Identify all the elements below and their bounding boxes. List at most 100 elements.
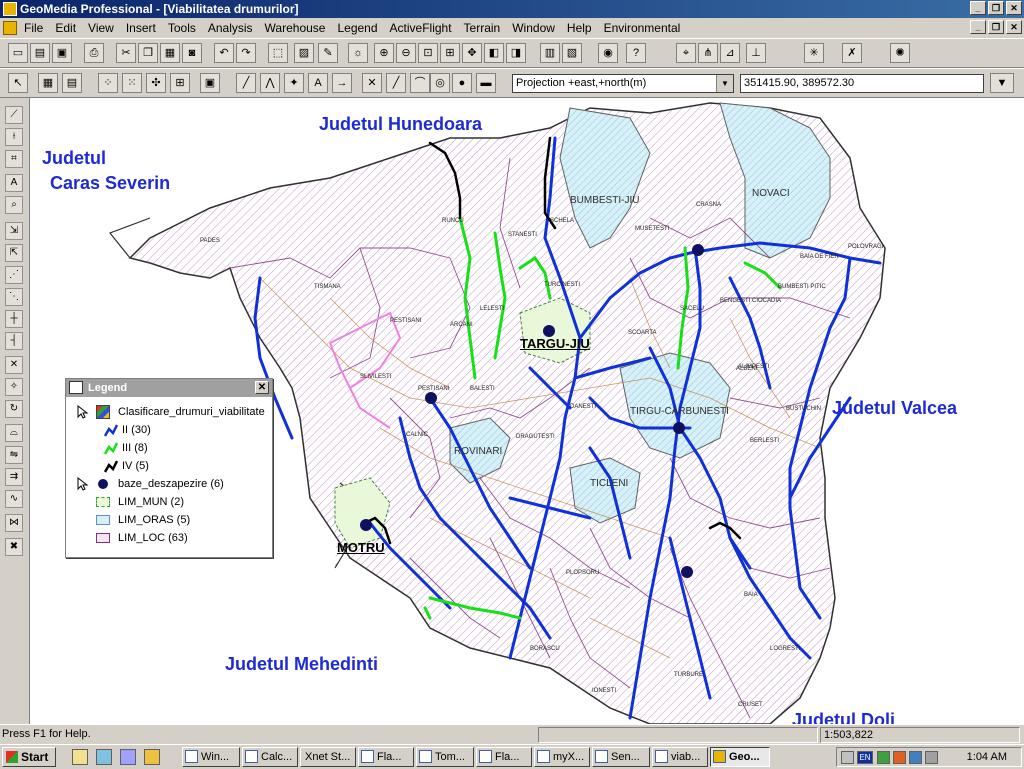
rectangle-icon[interactable]: ▬ (476, 73, 496, 93)
undo-icon[interactable]: ↶ (214, 43, 234, 63)
zoom-out-icon[interactable]: ⊖ (396, 43, 416, 63)
tray-icon[interactable] (877, 751, 890, 764)
query-icon[interactable]: ◉ (598, 43, 618, 63)
legend-ii[interactable]: II (30) (122, 424, 151, 436)
select-tool-icon[interactable]: ⬚ (268, 43, 288, 63)
menu-activeflight[interactable]: ActiveFlight (390, 21, 452, 35)
break-icon[interactable]: ⊥ (746, 43, 766, 63)
document-icon[interactable] (3, 21, 17, 35)
network-icon[interactable]: ✳ (804, 43, 824, 63)
network-icon[interactable] (909, 751, 922, 764)
mirror-icon[interactable]: ⇋ (5, 446, 23, 464)
fit-all-icon[interactable]: ⊞ (440, 43, 460, 63)
task-button[interactable]: Tom... (416, 747, 474, 767)
move-vertex-icon[interactable]: ⁙ (122, 73, 142, 93)
doc-close-button[interactable]: ✕ (1006, 20, 1022, 34)
menu-warehouse[interactable]: Warehouse (265, 21, 326, 35)
task-button[interactable]: Calc... (242, 747, 298, 767)
pan-icon[interactable]: ✥ (462, 43, 482, 63)
cut-icon[interactable]: ✂ (116, 43, 136, 63)
split-icon[interactable]: ┼ (5, 310, 23, 328)
intersect-icon[interactable]: ✕ (362, 73, 382, 93)
quick-launch-icon[interactable] (120, 749, 136, 765)
filled-circle-icon[interactable]: ● (452, 73, 472, 93)
feature-properties-icon[interactable]: ▣ (200, 73, 220, 93)
coordinate-field[interactable]: 351415.90, 389572.30 (740, 74, 984, 93)
feature-icon[interactable]: ✎ (318, 43, 338, 63)
task-button[interactable]: myX... (534, 747, 590, 767)
previous-view-icon[interactable]: ◧ (484, 43, 504, 63)
grid-icon[interactable]: ⌗ (5, 150, 23, 168)
compass-icon[interactable]: ✧ (5, 378, 23, 396)
insert-text-icon[interactable]: ▤ (62, 73, 82, 93)
zoom-in-icon[interactable]: ⊕ (374, 43, 394, 63)
legend-iv[interactable]: IV (5) (122, 460, 149, 472)
whats-this-icon[interactable]: ? (626, 43, 646, 63)
add-vertex-icon[interactable]: ⁘ (98, 73, 118, 93)
legend-clasificare[interactable]: Clasificare_drumuri_viabilitate (118, 406, 265, 418)
legend-panel[interactable]: Legend ✕ Clasificare_drumuri_viabilitate… (65, 378, 273, 558)
circle-icon[interactable]: ◎ (430, 73, 450, 93)
tray-icon[interactable] (925, 751, 938, 764)
speaker-icon[interactable] (841, 751, 854, 764)
legend-lim-mun[interactable]: LIM_MUN (2) (118, 496, 184, 508)
task-button-active[interactable]: Geo... (710, 747, 770, 767)
tray-icon[interactable] (893, 751, 906, 764)
redline-icon[interactable]: ⟋ (5, 106, 23, 124)
clock[interactable]: 1:04 AM (967, 751, 1007, 763)
menu-edit[interactable]: Edit (55, 21, 76, 35)
paste-icon[interactable]: ▦ (160, 43, 180, 63)
edit-icon[interactable]: ⟊ (5, 128, 23, 146)
point-line-icon[interactable]: ✦ (284, 73, 304, 93)
legend-iii[interactable]: III (8) (122, 442, 148, 454)
arc-icon[interactable]: ⌒ (410, 73, 430, 93)
text-icon[interactable]: A (308, 73, 328, 93)
label-icon[interactable]: A (5, 174, 23, 192)
locate-icon[interactable]: ☼ (348, 43, 368, 63)
pointer-icon[interactable]: ↖ (8, 73, 28, 93)
insert-feature-icon[interactable]: ▦ (38, 73, 58, 93)
layers-off-icon[interactable]: ▧ (562, 43, 582, 63)
layers-icon[interactable]: ▥ (540, 43, 560, 63)
refresh-icon[interactable]: ◨ (506, 43, 526, 63)
copy-icon[interactable]: ❐ (138, 43, 158, 63)
projection-select[interactable]: Projection +east,+north(m) ▼ (512, 74, 734, 93)
tool-x-icon[interactable]: ✗ (842, 43, 862, 63)
rotate-icon[interactable]: ↻ (5, 400, 23, 418)
doc-minimize-button[interactable]: _ (970, 20, 986, 34)
quick-launch-icon[interactable] (72, 749, 88, 765)
quick-launch-icon[interactable] (144, 749, 160, 765)
polyline-icon[interactable]: ⋀ (260, 73, 280, 93)
delete-icon[interactable]: ✕ (5, 356, 23, 374)
zoom-area-icon[interactable]: ⊡ (418, 43, 438, 63)
vertex-icon[interactable]: ⋔ (698, 43, 718, 63)
delete-vertex-icon[interactable]: ✣ (146, 73, 166, 93)
menu-window[interactable]: Window (512, 21, 555, 35)
open-icon[interactable]: ▤ (30, 43, 50, 63)
copy-parallel-icon[interactable]: ⇉ (5, 468, 23, 486)
geomedia-app-icon[interactable] (3, 2, 17, 16)
offset-icon[interactable]: ⋰ (5, 266, 23, 284)
menu-file[interactable]: File (24, 21, 43, 35)
extend-icon[interactable]: ⇱ (5, 244, 23, 262)
map-window[interactable]: Judetul Hunedoara Judetul Caras Severin … (30, 98, 1024, 724)
continue-geometry-icon[interactable]: ⊞ (170, 73, 190, 93)
language-indicator[interactable]: EN (857, 751, 873, 764)
legend-header[interactable]: Legend ✕ (66, 379, 272, 397)
line-icon[interactable]: ╱ (236, 73, 256, 93)
measure-icon[interactable]: ⋱ (5, 288, 23, 306)
join-icon[interactable]: ┤ (5, 332, 23, 350)
find-icon[interactable]: ⌕ (5, 196, 23, 214)
properties-icon[interactable]: ▨ (294, 43, 314, 63)
close-icon[interactable]: ✕ (255, 381, 269, 394)
restore-button[interactable]: ❐ (988, 1, 1004, 15)
new-icon[interactable]: ▭ (8, 43, 28, 63)
task-button[interactable]: Sen... (592, 747, 650, 767)
menu-legend[interactable]: Legend (337, 21, 377, 35)
fillet-icon[interactable]: ⌓ (5, 424, 23, 442)
edit-geometry-icon[interactable]: ⊿ (720, 43, 740, 63)
doc-restore-button[interactable]: ❐ (988, 20, 1004, 34)
redo-icon[interactable]: ↷ (236, 43, 256, 63)
camera-icon[interactable]: ◙ (182, 43, 202, 63)
task-button[interactable]: Win... (182, 747, 240, 767)
